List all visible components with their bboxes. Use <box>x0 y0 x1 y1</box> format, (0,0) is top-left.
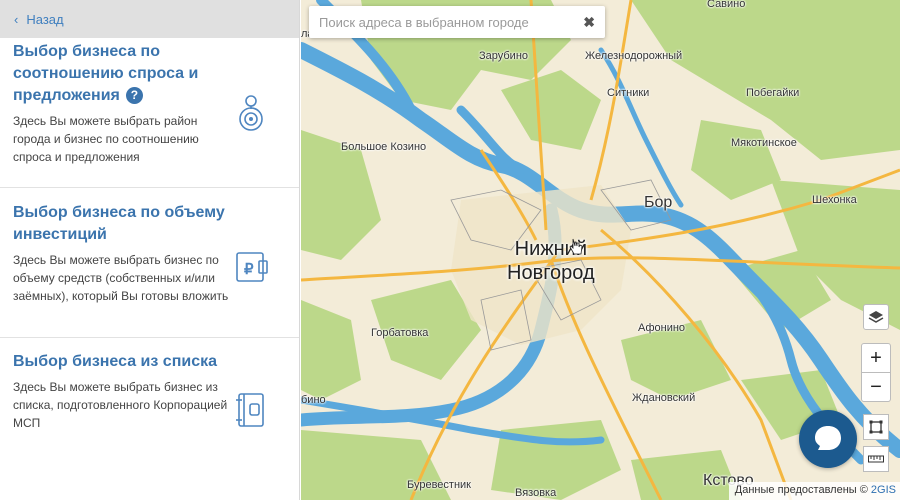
plus-icon: + <box>870 346 882 369</box>
place-label: Горбатовка <box>371 327 429 339</box>
search-input[interactable] <box>319 14 584 30</box>
option-title: Выбор бизнеса по объему инвестиций <box>13 204 225 243</box>
chat-button[interactable] <box>799 410 857 468</box>
place-label: Вязовка <box>515 487 557 499</box>
clear-icon[interactable]: ✖ <box>583 14 595 31</box>
notebook-icon <box>236 393 264 427</box>
option-title: Выбор бизнеса из списка <box>13 353 217 370</box>
help-icon[interactable]: ? <box>125 87 143 104</box>
business-selection-panel: ‹ Назад Выбор бизнеса по соотношению спр… <box>0 0 300 500</box>
layers-icon <box>868 311 884 323</box>
place-label: Савино <box>707 0 746 10</box>
option-from-list[interactable]: Выбор бизнеса из списка Здесь Вы можете … <box>0 338 299 498</box>
place-label: Большое Козино <box>341 141 427 153</box>
zoom-out-button[interactable]: − <box>861 372 891 402</box>
option-description: Здесь Вы можете выбрать район города и б… <box>13 114 199 164</box>
option-demand-supply[interactable]: Выбор бизнеса по соотношению спроса и пр… <box>0 38 299 188</box>
place-label: Железнодорожный <box>585 50 683 62</box>
option-description: Здесь Вы можете выбрать бизнес из списка… <box>13 380 228 430</box>
chat-bubble-icon <box>815 426 841 450</box>
place-label: Афонино <box>638 322 686 334</box>
wallet-ruble-icon: ₽ <box>236 252 268 282</box>
option-title: Выбор бизнеса по соотношению спроса и пр… <box>13 43 199 104</box>
place-label: Буревестник <box>407 479 471 491</box>
zoom-in-button[interactable]: + <box>861 343 891 373</box>
option-investment[interactable]: Выбор бизнеса по объему инвестиций Здесь… <box>0 188 299 338</box>
search-box: ✖ <box>309 6 605 38</box>
place-label: Ждановский <box>632 392 696 404</box>
place-label: бино <box>301 394 326 406</box>
place-label: Побегайки <box>746 87 800 99</box>
option-description: Здесь Вы можете выбрать бизнес по объему… <box>13 253 229 303</box>
place-label: Шехонка <box>812 194 857 206</box>
map-pin-icon <box>239 95 263 131</box>
fullscreen-icon <box>869 420 883 434</box>
place-label: Ситники <box>607 87 650 99</box>
back-button[interactable]: ‹ Назад <box>0 0 299 38</box>
fullscreen-button[interactable] <box>863 414 889 440</box>
minus-icon: − <box>870 375 882 398</box>
map-view[interactable]: Савино лахна Зарубино Железнодорожный Си… <box>301 0 900 500</box>
layers-button[interactable] <box>863 304 889 330</box>
place-label: Бор <box>644 194 673 211</box>
ruler-icon <box>868 455 884 463</box>
ruler-button[interactable] <box>863 446 889 472</box>
chevron-left-icon: ‹ <box>14 11 19 27</box>
attribution-link[interactable]: 2GIS <box>871 484 896 496</box>
map-attribution: Данные предоставлены © 2GIS <box>728 482 900 500</box>
svg-text:₽: ₽ <box>244 261 254 278</box>
back-label: Назад <box>26 11 64 27</box>
hand-cursor-icon <box>569 238 583 255</box>
place-label: Мякотинское <box>731 137 797 149</box>
place-label: Зарубино <box>479 50 529 62</box>
